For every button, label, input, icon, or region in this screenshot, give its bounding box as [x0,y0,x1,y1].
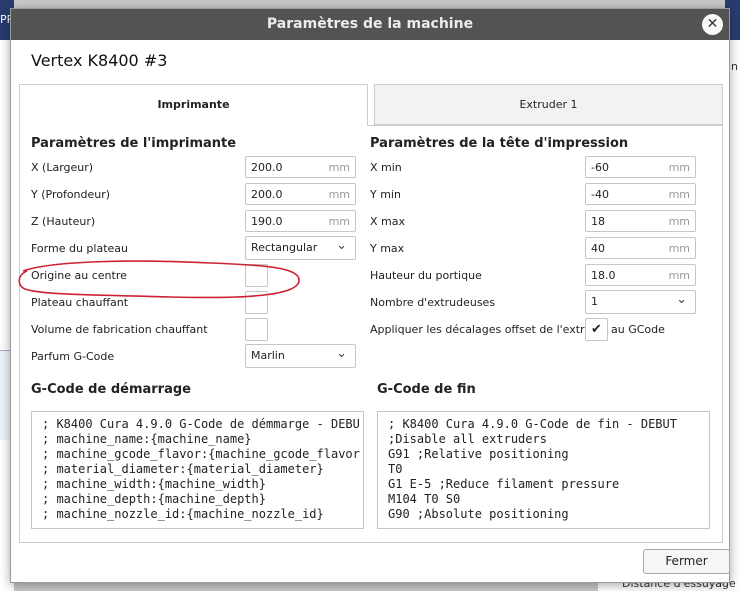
ymax-input[interactable]: 40 mm [585,237,696,259]
xmin-value: -60 [591,161,609,174]
chevron-down-icon: ⌄ [676,292,687,307]
z-height-value: 190.0 [251,215,283,228]
printer-settings-title: Paramètres de l'imprimante [31,136,237,151]
plate-shape-select[interactable]: Rectangular ⌄ [245,236,356,260]
end-gcode-title: G-Code de fin [377,382,476,397]
x-width-unit: mm [328,161,350,174]
xmin-label: X min [370,161,402,174]
gantry-height-unit: mm [668,269,690,282]
plate-shape-value: Rectangular [251,241,318,254]
heated-volume-checkbox[interactable] [245,318,268,341]
end-gcode-text: ; K8400 Cura 4.9.0 G-Code de fin - DEBUT… [388,417,677,521]
machine-settings-dialog: Paramètres de la machine ✕ Vertex K8400 … [10,8,730,583]
close-icon[interactable]: ✕ [702,14,723,35]
xmin-unit: mm [668,161,690,174]
z-height-input[interactable]: 190.0 mm [245,210,356,232]
y-depth-value: 200.0 [251,188,283,201]
gcode-flavor-label: Parfum G-Code [31,350,115,363]
y-depth-unit: mm [328,188,350,201]
heated-bed-checkbox[interactable] [245,291,268,314]
close-button[interactable]: Fermer [643,549,730,574]
start-gcode-text: ; K8400 Cura 4.9.0 G-Code de démmarge - … [42,417,360,521]
xmax-unit: mm [668,215,690,228]
origin-center-label: Origine au centre [31,269,127,282]
gcode-flavor-value: Marlin [251,349,285,362]
tab-imprimante[interactable]: Imprimante [19,84,368,126]
gantry-height-value: 18.0 [591,269,616,282]
apply-offsets-label-suffix: au GCode [611,323,665,336]
chevron-down-icon: ⌄ [336,238,347,253]
ymax-value: 40 [591,242,605,255]
y-depth-input[interactable]: 200.0 mm [245,183,356,205]
xmin-input[interactable]: -60 mm [585,156,696,178]
extruder-count-value: 1 [591,295,598,308]
extruder-count-label: Nombre d'extrudeuses [370,296,496,309]
xmax-value: 18 [591,215,605,228]
gantry-height-label: Hauteur du portique [370,269,482,282]
xmax-label: X max [370,215,405,228]
heated-volume-label: Volume de fabrication chauffant [31,323,208,336]
machine-name: Vertex K8400 #3 [31,51,168,70]
z-height-unit: mm [328,215,350,228]
origin-center-checkbox[interactable] [245,264,268,287]
x-width-value: 200.0 [251,161,283,174]
chevron-down-icon: ⌄ [336,346,347,361]
dialog-titlebar: Paramètres de la machine ✕ [11,9,729,40]
ymin-label: Y min [370,188,401,201]
ymin-unit: mm [668,188,690,201]
y-depth-label: Y (Profondeur) [31,188,111,201]
x-width-label: X (Largeur) [31,161,94,174]
z-height-label: Z (Hauteur) [31,215,96,228]
head-settings-title: Paramètres de la tête d'impression [370,136,629,151]
checkmark-icon: ✔ [591,322,602,337]
heated-bed-label: Plateau chauffant [31,296,129,309]
apply-offsets-label: Appliquer les décalages offset de l'extr… [370,323,606,336]
apply-offsets-checkbox[interactable]: ✔ [585,318,608,341]
start-gcode-title: G-Code de démarrage [31,382,191,397]
gantry-height-input[interactable]: 18.0 mm [585,264,696,286]
xmax-input[interactable]: 18 mm [585,210,696,232]
tab-extruder-1[interactable]: Extruder 1 [374,84,723,125]
background-text-right: n t [731,60,740,73]
ymax-label: Y max [370,242,405,255]
gcode-flavor-select[interactable]: Marlin ⌄ [245,344,356,368]
x-width-input[interactable]: 200.0 mm [245,156,356,178]
start-gcode-editor[interactable]: ; K8400 Cura 4.9.0 G-Code de démmarge - … [31,411,364,529]
ymin-value: -40 [591,188,609,201]
plate-shape-label: Forme du plateau [31,242,128,255]
ymin-input[interactable]: -40 mm [585,183,696,205]
dialog-title: Paramètres de la machine [266,16,474,32]
ymax-unit: mm [668,242,690,255]
extruder-count-select[interactable]: 1 ⌄ [585,290,696,314]
end-gcode-editor[interactable]: ; K8400 Cura 4.9.0 G-Code de fin - DEBUT… [377,411,710,529]
